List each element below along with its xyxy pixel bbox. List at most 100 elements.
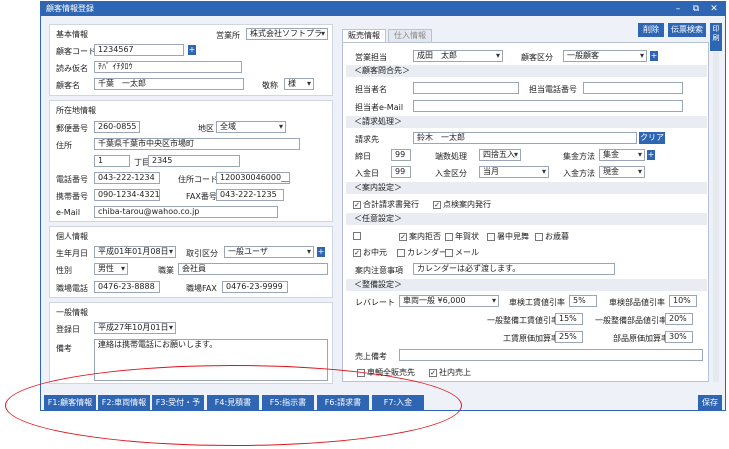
slip-search-button[interactable]: 伝票検索 — [668, 23, 706, 37]
region-label: 地区 — [198, 124, 214, 133]
notice-section-header: ＜案内設定＞ — [346, 182, 707, 194]
gender-label: 性別 — [56, 266, 72, 275]
midsummer-gift-checkbox[interactable]: ✓ お中元 — [353, 247, 387, 258]
section-title: 基本情報 — [56, 30, 88, 39]
add-collect-button[interactable]: + — [647, 150, 655, 160]
f5-instruction-button[interactable]: F5:指示書 — [262, 395, 314, 410]
address-detail-input[interactable]: 2345 — [148, 155, 240, 167]
zip-label: 郵便番号 — [56, 124, 88, 133]
section-title: 個人情報 — [56, 232, 88, 241]
level-select[interactable]: 車両一般 ¥6,000 — [399, 295, 499, 307]
customer-name-input[interactable]: 千葉 一太郎 — [94, 78, 244, 90]
customer-registration-window: 顧客情報登録 – ⧉ ✕ 基本情報 営業所 株式会社ソフトプラ 顧客コード 12… — [40, 1, 726, 422]
vertical-scrollbar[interactable] — [713, 52, 719, 382]
zip-input[interactable]: 260-0855 — [94, 121, 140, 133]
gender-select[interactable]: 男性 — [94, 263, 128, 275]
address-number-input[interactable]: 1 — [94, 155, 130, 167]
job-input[interactable]: 会社員 — [178, 263, 328, 275]
optional-section-header: ＜任意設定＞ — [346, 213, 707, 225]
section-title: 所在地情報 — [56, 106, 96, 115]
basic-info-section: 基本情報 営業所 株式会社ソフトプラ 顧客コード 1234567 + 読み仮名 … — [49, 24, 333, 96]
delete-button[interactable]: 削除 — [638, 23, 664, 37]
customer-type-select[interactable]: 一般顧客 — [563, 50, 647, 62]
cutoff-label: 締日 — [355, 152, 371, 161]
kana-input[interactable]: ﾁﾊﾞ ｲﾁﾀﾛｳ — [94, 61, 242, 73]
honorific-select[interactable]: 様 — [284, 78, 314, 90]
tel-input[interactable]: 043-222-1234 — [94, 172, 160, 184]
maint-labor-label: 一般整備工賃値引率 — [487, 316, 559, 325]
personal-info-section: 個人情報 生年月日 平成01年01月08日 取引区分 一般ユーザ + 性別 男性… — [49, 226, 333, 298]
parts-markup-input[interactable]: 30% — [665, 331, 693, 343]
pay-method-select[interactable]: 現金 — [599, 166, 645, 178]
maint-labor-input[interactable]: 15% — [555, 313, 583, 325]
add-deal-type-button[interactable]: + — [317, 247, 325, 257]
payday-input[interactable]: 99 — [391, 166, 411, 178]
work-tel-input[interactable]: 0476-23-8888 — [94, 281, 160, 293]
f3-reception-button[interactable]: F3:受付・予約 — [152, 395, 204, 422]
total-invoice-checkbox[interactable]: ✓ 合計請求書発行 — [353, 199, 419, 210]
new-year-card-checkbox[interactable]: 年賀状 — [445, 231, 479, 242]
labor-markup-input[interactable]: 25% — [555, 331, 583, 343]
inspection-notice-checkbox[interactable]: ✓ 点検案内発行 — [433, 199, 491, 210]
close-icon[interactable]: ✕ — [707, 2, 721, 16]
refuse-notice-checkbox[interactable]: ✓ 案内拒否 — [399, 231, 441, 242]
vehicle-only-checkbox[interactable]: 車輌全販売先 — [357, 367, 415, 378]
contact-mail-input[interactable] — [413, 100, 683, 112]
bill-to-label: 請求先 — [355, 135, 379, 144]
tab-sales-info[interactable]: 販売情報 — [342, 29, 386, 42]
add-customer-type-button[interactable]: + — [650, 51, 658, 61]
save-button[interactable]: 保存 — [698, 395, 722, 410]
note-label: 備考 — [56, 344, 72, 353]
summer-greeting-checkbox[interactable]: 暑中見舞 — [487, 231, 529, 242]
fax-input[interactable]: 043-222-1235 — [216, 189, 284, 201]
collect-select[interactable]: 集金 — [599, 149, 645, 161]
region-select[interactable]: 全域 — [216, 121, 286, 133]
tel-label: 電話番号 — [56, 175, 88, 184]
reg-date-label: 登録日 — [56, 325, 80, 334]
rep-select[interactable]: 成田 太郎 — [413, 50, 503, 62]
rounding-label: 端数処理 — [435, 152, 467, 161]
payday-label: 入金日 — [355, 169, 379, 178]
f4-estimate-button[interactable]: F4:見積書 — [207, 395, 259, 410]
inspect-parts-input[interactable]: 10% — [669, 295, 697, 307]
maint-parts-input[interactable]: 20% — [665, 313, 693, 325]
rounding-select[interactable]: 四捨五入 — [479, 149, 521, 161]
inspect-labor-input[interactable]: 5% — [569, 295, 597, 307]
reg-date-select[interactable]: 平成27年10月01日 — [94, 322, 176, 334]
bill-to-input[interactable]: 鈴木 一太郎 — [413, 132, 637, 144]
inspect-labor-label: 車検工賃値引率 — [509, 298, 565, 307]
work-fax-input[interactable]: 0476-23-9999 — [222, 281, 288, 293]
print-button[interactable]: 印刷 — [710, 23, 722, 51]
deal-type-select[interactable]: 一般ユーザ — [224, 246, 314, 258]
contact-name-input[interactable] — [413, 82, 519, 94]
f6-invoice-button[interactable]: F6:請求書 — [317, 395, 369, 410]
address-code-input[interactable]: 120030046000___ — [216, 172, 290, 184]
minimize-icon[interactable]: – — [671, 2, 685, 16]
calendar-checkbox[interactable]: カレンダー — [397, 247, 447, 258]
tab-purchase-info[interactable]: 仕入情報 — [388, 29, 432, 42]
f1-customer-info-button[interactable]: F1:顧客情報 — [44, 395, 96, 410]
pay-method-label: 入金方法 — [563, 169, 595, 178]
mail-checkbox[interactable]: メール — [445, 247, 479, 258]
internal-sales-checkbox[interactable]: ✓ 社内売上 — [429, 367, 471, 378]
maintenance-section-header: ＜整備設定＞ — [346, 279, 707, 291]
year-end-gift-checkbox[interactable]: お歳暮 — [535, 231, 569, 242]
birthdate-select[interactable]: 平成01年01月08日 — [94, 246, 176, 258]
caution-input[interactable]: カレンダーは必ず渡します。 — [413, 263, 615, 275]
note-textarea[interactable]: 連絡は携帯電話にお願いします。 — [94, 339, 328, 381]
f7-payment-button[interactable]: F7:入金 — [372, 395, 424, 410]
cutoff-input[interactable]: 99 — [391, 149, 411, 161]
restore-icon[interactable]: ⧉ — [689, 2, 703, 16]
pay-type-select[interactable]: 当月 — [479, 166, 549, 178]
mobile-input[interactable]: 090-1234-4321 — [94, 189, 160, 201]
email-input[interactable]: chiba-tarou@wahoo.co.jp — [94, 206, 278, 218]
optional-blank-checkbox[interactable] — [353, 231, 363, 240]
contact-tel-input[interactable] — [583, 82, 683, 94]
customer-code-input[interactable]: 1234567 — [94, 44, 184, 56]
office-select[interactable]: 株式会社ソフトプラ — [246, 28, 328, 40]
f2-vehicle-info-button[interactable]: F2:車両情報 — [98, 395, 150, 410]
address-input[interactable]: 千葉県千葉市中央区市場町 — [94, 138, 300, 150]
add-code-button[interactable]: + — [188, 45, 196, 55]
clear-button[interactable]: クリア — [639, 132, 665, 144]
sales-note-input[interactable] — [399, 349, 703, 361]
